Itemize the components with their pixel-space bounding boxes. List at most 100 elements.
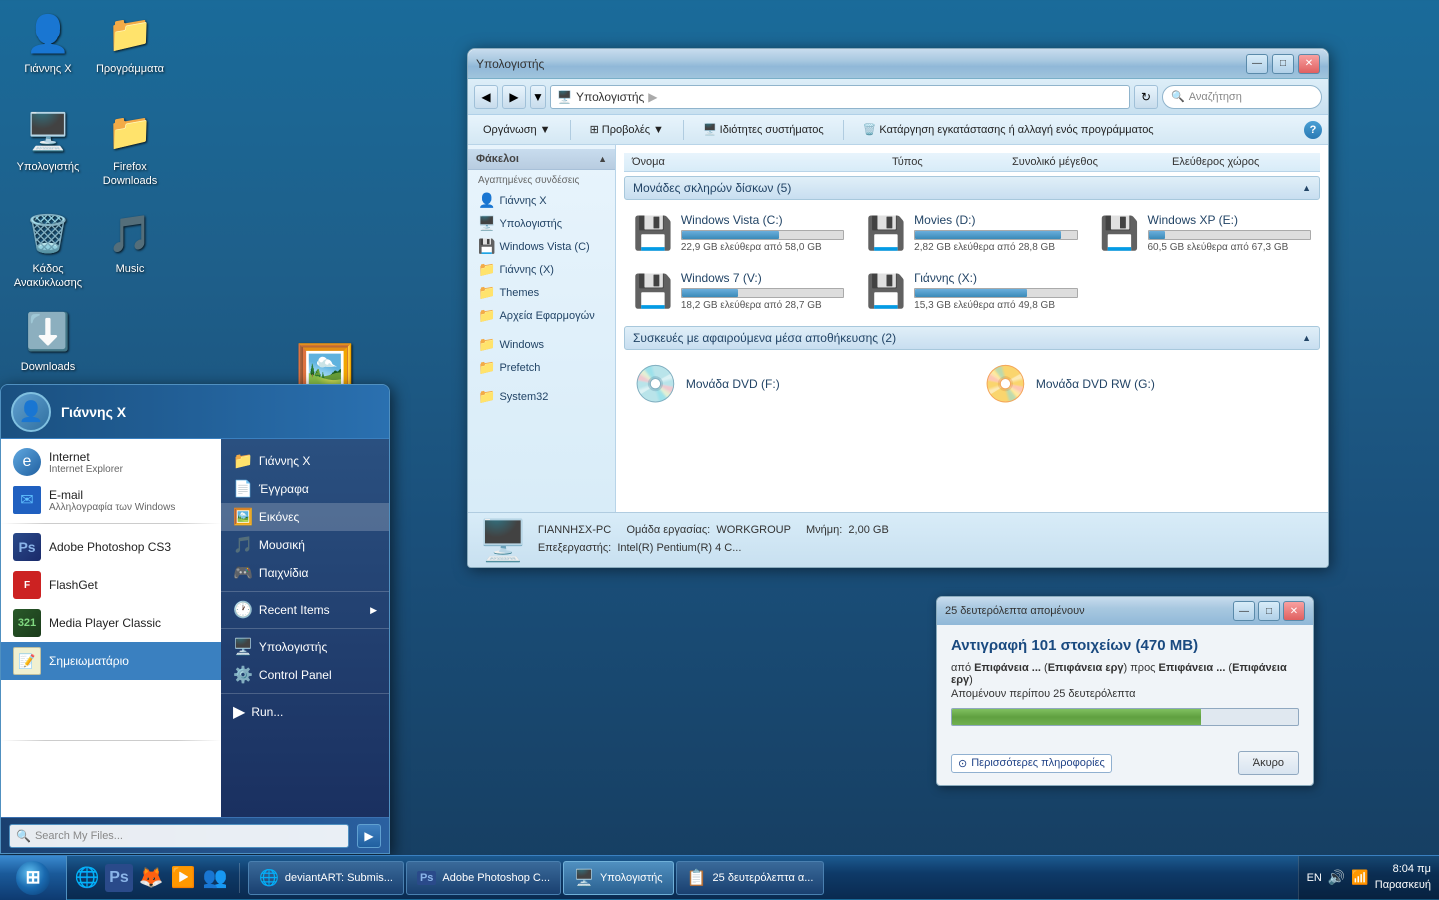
desktop-icon-music[interactable]: 🎵 Music	[90, 210, 170, 276]
start-avatar: 👤	[11, 392, 51, 432]
sidebar-header[interactable]: Φάκελοι ▲	[468, 149, 615, 170]
address-path: Υπολογιστής	[576, 90, 644, 104]
tray-clock[interactable]: 8:04 πμ Παρασκευή	[1375, 862, 1431, 893]
main-content: Όνομα Τύπος Συνολικό μέγεθος Ελεύθερος χ…	[616, 145, 1328, 512]
start-app-ie[interactable]: e Internet Internet Explorer	[1, 443, 221, 481]
copy-remain: Απομένουν περίπου 25 δευτερόλεπτα	[951, 688, 1299, 700]
copy-titlebar: 25 δευτερόλεπτα απομένουν — □ ✕	[937, 597, 1313, 625]
taskbar-app-copy[interactable]: 📋 25 δευτερόλεπτα α...	[676, 861, 825, 895]
start-right-documents[interactable]: 📄 Έγγραφα	[221, 475, 389, 503]
copy-minimize-button[interactable]: —	[1233, 601, 1255, 621]
sidebar-item-prefetch[interactable]: 📁 Prefetch	[468, 356, 615, 379]
toolbar-separator-2	[683, 120, 684, 140]
toolbar-help-button[interactable]: ?	[1304, 121, 1322, 139]
desktop-icon-computer[interactable]: 🖥️ Υπολογιστής	[8, 108, 88, 174]
copy-body: Αντιγραφή 101 στοιχείων (470 MB) από Επι…	[937, 625, 1313, 751]
forward-button[interactable]: ▶	[502, 85, 526, 109]
maximize-button[interactable]: □	[1272, 54, 1294, 74]
close-button[interactable]: ✕	[1298, 54, 1320, 74]
taskbar-app-deviantart[interactable]: 🌐 deviantART: Submis...	[248, 861, 404, 895]
sidebar-item-computer[interactable]: 🖥️ Υπολογιστής	[468, 212, 615, 235]
start-search-icon: 🔍	[16, 829, 31, 843]
drive-x[interactable]: 💾 Γιάννης (Χ:) 15,3 GB ελεύθερα από 49,8…	[857, 264, 1086, 318]
sidebar-item-windows[interactable]: 📁 Windows	[468, 333, 615, 356]
desktop-icon-downloads[interactable]: ⬇️ Downloads	[8, 308, 88, 374]
start-search-box[interactable]: 🔍 Search My Files...	[9, 824, 349, 848]
copy-maximize-button[interactable]: □	[1258, 601, 1280, 621]
network-icon[interactable]: 📶	[1351, 869, 1368, 886]
desktop-icon-programs[interactable]: 📁 Προγράμματα	[90, 10, 170, 76]
sidebar-item-user[interactable]: 👤 Γιάννης Χ	[468, 189, 615, 212]
hard-drives-header[interactable]: Μονάδες σκληρών δίσκων (5) ▲	[624, 176, 1320, 200]
refresh-button[interactable]: ↻	[1134, 85, 1158, 109]
desktop-icon-user-folder[interactable]: 👤 Γιάννης Χ	[8, 10, 88, 76]
uninstall-button[interactable]: 🗑️ Κατάργηση εγκατάστασης ή αλλαγή ενός …	[854, 119, 1163, 141]
taskbar-app-computer[interactable]: 🖥️ Υπολογιστής	[563, 861, 674, 895]
taskbar-wmp-icon[interactable]: ▶️	[169, 864, 197, 892]
taskbar-firefox-icon[interactable]: 🦊	[137, 864, 165, 892]
status-pc-name: ΓΙΑΝΝΗΣΧ-PC Ομάδα εργασίας: WORKGROUP Μν…	[538, 522, 889, 540]
start-app-flashget[interactable]: F FlashGet	[1, 566, 221, 604]
start-footer: 🔍 Search My Files... ▶	[1, 817, 389, 853]
sidebar-item-system32[interactable]: 📁 System32	[468, 385, 615, 408]
start-button[interactable]: ⊞	[0, 856, 67, 900]
organize-button[interactable]: Οργάνωση ▼	[474, 119, 560, 141]
dvd-g[interactable]: 📀 Μονάδα DVD RW (G:)	[974, 356, 1320, 412]
start-body: e Internet Internet Explorer ✉ E-mail Αλ…	[1, 439, 389, 817]
start-right-computer[interactable]: 🖥️ Υπολογιστής	[221, 633, 389, 661]
removable-header[interactable]: Συσκευές με αφαιρούμενα μέσα αποθήκευσης…	[624, 326, 1320, 350]
drive-c[interactable]: 💾 Windows Vista (C:) 22,9 GB ελεύθερα απ…	[624, 206, 853, 260]
sidebar-item-giannhs[interactable]: 📁 Γιάννης (Χ)	[468, 258, 615, 281]
drive-v[interactable]: 💾 Windows 7 (V:) 18,2 GB ελεύθερα από 28…	[624, 264, 853, 318]
start-app-email[interactable]: ✉ E-mail Αλληλογραφία των Windows	[1, 481, 221, 519]
start-app-mpc[interactable]: 321 Media Player Classic	[1, 604, 221, 642]
tray-lang: EN	[1307, 872, 1322, 884]
cancel-button[interactable]: Άκυρο	[1238, 751, 1299, 775]
start-right-run[interactable]: ▶ Run...	[221, 698, 389, 726]
nav-bar: ◀ ▶ ▼ 🖥️ Υπολογιστής ▶ ↻ 🔍 Αναζήτηση	[468, 79, 1328, 115]
start-right-separator-2	[221, 628, 389, 629]
volume-icon[interactable]: 🔊	[1328, 869, 1345, 886]
start-search-go[interactable]: ▶	[357, 824, 381, 848]
start-right-user[interactable]: 📁 Γιάννης Χ	[221, 447, 389, 475]
start-right-images[interactable]: 🖼️ Εικόνες	[221, 503, 389, 531]
desktop-icon-recycle-bin[interactable]: 🗑️ Κάδος Ανακύκλωσης	[8, 210, 88, 291]
taskbar-ps-icon[interactable]: Ps	[105, 864, 133, 892]
start-right-separator-1	[221, 591, 389, 592]
copy-footer: ⊙ Περισσότερες πληροφορίες Άκυρο	[937, 751, 1313, 785]
desktop-icon-firefox-downloads[interactable]: 📁 Firefox Downloads	[90, 108, 170, 189]
start-right-control-panel[interactable]: ⚙️ Control Panel	[221, 661, 389, 689]
dvd-f[interactable]: 💿 Μονάδα DVD (F:)	[624, 356, 970, 412]
views-button[interactable]: ⊞ Προβολές ▼	[581, 119, 673, 141]
taskbar-user-icon[interactable]: 👥	[201, 864, 229, 892]
start-right-recent[interactable]: 🕐 Recent Items	[221, 596, 389, 624]
start-app-notepad[interactable]: 📝 Σημειωματάριο	[1, 642, 221, 680]
desktop: 👤 Γιάννης Χ 📁 Προγράμματα 🖥️ Υπολογιστής…	[0, 0, 1439, 899]
back-button[interactable]: ◀	[474, 85, 498, 109]
system-props-button[interactable]: 🖥️ Ιδιότητες συστήματος	[694, 119, 833, 141]
sidebar-item-apps[interactable]: 📁 Αρχεία Εφαρμογών	[468, 304, 615, 327]
all-programs-button[interactable]: ▶ All Programs	[1, 745, 221, 768]
col-total: Συνολικό μέγεθος	[1012, 156, 1172, 168]
start-right-music[interactable]: 🎵 Μουσική	[221, 531, 389, 559]
taskbar-app-photoshop[interactable]: Ps Adobe Photoshop C...	[406, 861, 561, 895]
taskbar-ie-icon[interactable]: 🌐	[73, 864, 101, 892]
drive-d[interactable]: 💾 Movies (D:) 2,82 GB ελεύθερα από 28,8 …	[857, 206, 1086, 260]
nav-dropdown[interactable]: ▼	[530, 85, 546, 109]
start-app-photoshop[interactable]: Ps Adobe Photoshop CS3	[1, 528, 221, 566]
copy-close-button[interactable]: ✕	[1283, 601, 1305, 621]
start-menu: 👤 Γιάννης Χ e Internet Internet Explorer…	[0, 384, 390, 854]
address-bar[interactable]: 🖥️ Υπολογιστής ▶	[550, 85, 1130, 109]
more-info-button[interactable]: ⊙ Περισσότερες πληροφορίες	[951, 754, 1112, 773]
status-processor: Επεξεργαστής: Intel(R) Pentium(R) 4 C...	[538, 540, 889, 558]
sidebar-item-windows-vista[interactable]: 💾 Windows Vista (C)	[468, 235, 615, 258]
search-box[interactable]: 🔍 Αναζήτηση	[1162, 85, 1322, 109]
sidebar-item-themes[interactable]: 📁 Themes	[468, 281, 615, 304]
start-left-panel: e Internet Internet Explorer ✉ E-mail Αλ…	[1, 439, 221, 817]
minimize-button[interactable]: —	[1246, 54, 1268, 74]
taskbar-divider-1	[239, 863, 240, 893]
explorer-titlebar: Υπολογιστής — □ ✕	[468, 49, 1328, 79]
drive-e[interactable]: 💾 Windows XP (E:) 60,5 GB ελεύθερα από 6…	[1091, 206, 1320, 260]
start-right-games[interactable]: 🎮 Παιχνίδια	[221, 559, 389, 587]
taskbar-quick-launch: 🌐 Ps 🦊 ▶️ 👥	[67, 856, 235, 900]
